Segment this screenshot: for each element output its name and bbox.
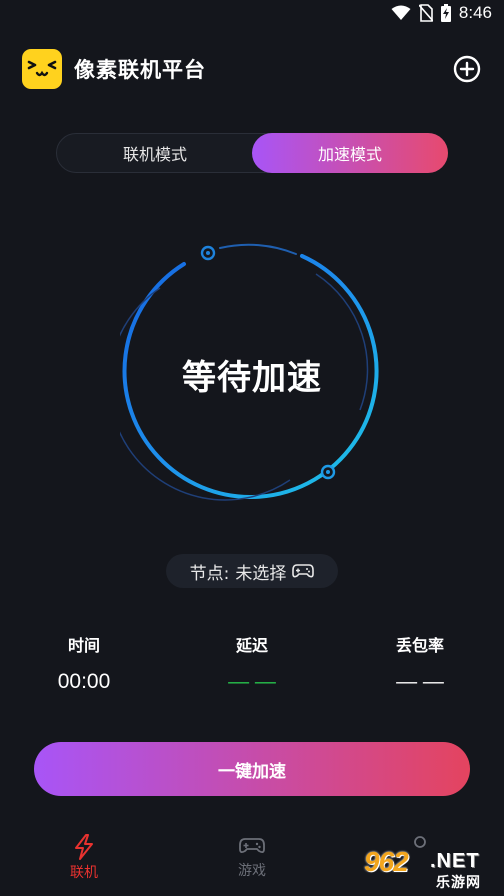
nav-item-games[interactable]: 游戏 [212,834,292,880]
node-prefix: 节点: [189,563,230,584]
wifi-icon [391,5,411,20]
no-sim-icon [418,4,433,22]
node-value: 未选择 [235,563,287,584]
mode-tabs: 联机模式 加速模式 [56,133,448,173]
watermark-logo: 962 .NET 乐游网 [364,844,498,892]
gamepad-icon [239,838,265,854]
app-logo-icon [22,49,62,89]
stat-packet-loss: 丢包率 — — [360,632,480,694]
stat-time-value: 00:00 [57,670,111,693]
stat-latency-value: — — [228,670,276,693]
tab-online-mode[interactable]: 联机模式 [57,133,253,173]
lightning-icon [75,834,93,860]
nav-label-games: 游戏 [238,863,266,879]
stat-packet-loss-label: 丢包率 [395,636,444,655]
watermark-net: .NET [430,850,480,872]
status-bar: 8:46 [0,0,504,28]
stat-time: 时间 00:00 [24,632,144,694]
stats-row: 时间 00:00 延迟 — — 丢包率 — — [0,632,504,702]
app-title: 像素联机平台 [74,58,206,82]
node-selector[interactable]: 节点: 未选择 [166,554,338,588]
app-screen: 8:46 像素联机平台 联机模式 加速模式 等待加速 节点: 未选择 时间 00… [0,0,504,896]
stat-time-label: 时间 [67,636,100,655]
app-header: 像素联机平台 [22,48,482,90]
battery-charging-icon [440,4,451,22]
stat-latency: 延迟 — — [192,632,312,694]
plus-circle-icon [453,55,481,83]
stat-latency-label: 延迟 [235,636,268,655]
one-click-accelerate-button[interactable]: 一键加速 [34,742,470,796]
gauge-status-label: 等待加速 [182,358,322,398]
watermark-sub: 乐游网 [436,875,481,891]
add-button[interactable] [452,54,482,84]
gamepad-icon [292,564,315,578]
status-time: 8:46 [458,3,492,22]
nav-item-online[interactable]: 联机 [44,834,124,882]
nav-label-online: 联机 [70,865,98,881]
watermark-digits: 962 [364,846,409,877]
status-icons: 8:46 [391,3,492,23]
stat-packet-loss-value: — — [396,670,444,693]
tab-accelerate-mode[interactable]: 加速模式 [252,133,448,173]
